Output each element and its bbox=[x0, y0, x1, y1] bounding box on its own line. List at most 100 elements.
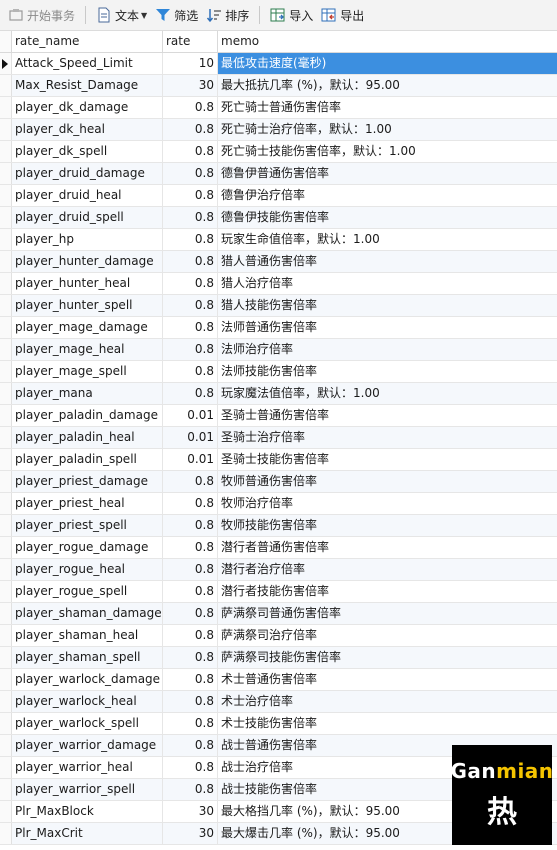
table-row[interactable]: player_paladin_heal 0.01 圣骑士治疗倍率 bbox=[0, 427, 557, 449]
table-row[interactable]: Max_Resist_Damage 30 最大抵抗几率 (%)，默认：95.00 bbox=[0, 75, 557, 97]
cell-memo[interactable]: 牧师治疗倍率 bbox=[218, 493, 557, 514]
cell-memo[interactable]: 德鲁伊技能伤害倍率 bbox=[218, 207, 557, 228]
row-indicator[interactable] bbox=[0, 361, 12, 382]
cell-rate-name[interactable]: player_priest_damage bbox=[12, 471, 163, 492]
row-indicator[interactable] bbox=[0, 493, 12, 514]
table-row[interactable]: player_rogue_spell 0.8 潜行者技能伤害倍率 bbox=[0, 581, 557, 603]
cell-memo[interactable]: 潜行者技能伤害倍率 bbox=[218, 581, 557, 602]
cell-memo[interactable]: 萨满祭司普通伤害倍率 bbox=[218, 603, 557, 624]
cell-memo[interactable]: 萨满祭司技能伤害倍率 bbox=[218, 647, 557, 668]
cell-memo[interactable]: 牧师技能伤害倍率 bbox=[218, 515, 557, 536]
cell-rate-name[interactable]: player_shaman_spell bbox=[12, 647, 163, 668]
row-indicator[interactable] bbox=[0, 801, 12, 822]
cell-memo[interactable]: 圣骑士治疗倍率 bbox=[218, 427, 557, 448]
cell-rate-name[interactable]: player_warrior_damage bbox=[12, 735, 163, 756]
cell-rate[interactable]: 30 bbox=[163, 801, 218, 822]
row-indicator[interactable] bbox=[0, 625, 12, 646]
cell-rate[interactable]: 0.8 bbox=[163, 251, 218, 272]
cell-memo[interactable]: 德鲁伊治疗倍率 bbox=[218, 185, 557, 206]
cell-rate-name[interactable]: player_rogue_heal bbox=[12, 559, 163, 580]
row-indicator[interactable] bbox=[0, 779, 12, 800]
cell-rate-name[interactable]: player_warrior_heal bbox=[12, 757, 163, 778]
cell-rate[interactable]: 0.8 bbox=[163, 97, 218, 118]
cell-rate[interactable]: 0.01 bbox=[163, 427, 218, 448]
cell-rate-name[interactable]: player_hunter_damage bbox=[12, 251, 163, 272]
table-row[interactable]: player_rogue_damage 0.8 潜行者普通伤害倍率 bbox=[0, 537, 557, 559]
table-row[interactable]: player_paladin_damage 0.01 圣骑士普通伤害倍率 bbox=[0, 405, 557, 427]
table-row[interactable]: player_druid_spell 0.8 德鲁伊技能伤害倍率 bbox=[0, 207, 557, 229]
cell-rate[interactable]: 30 bbox=[163, 75, 218, 96]
cell-rate[interactable]: 0.8 bbox=[163, 581, 218, 602]
cell-rate-name[interactable]: player_rogue_damage bbox=[12, 537, 163, 558]
table-row[interactable]: Attack_Speed_Limit 10 最低攻击速度(毫秒) bbox=[0, 53, 557, 75]
cell-rate-name[interactable]: Plr_MaxBlock bbox=[12, 801, 163, 822]
cell-rate-name[interactable]: player_rogue_spell bbox=[12, 581, 163, 602]
cell-memo[interactable]: 萨满祭司治疗倍率 bbox=[218, 625, 557, 646]
cell-memo[interactable]: 死亡骑士治疗倍率，默认：1.00 bbox=[218, 119, 557, 140]
cell-rate-name[interactable]: player_priest_heal bbox=[12, 493, 163, 514]
cell-rate[interactable]: 10 bbox=[163, 53, 218, 74]
table-row[interactable]: player_mage_spell 0.8 法师技能伤害倍率 bbox=[0, 361, 557, 383]
row-indicator[interactable] bbox=[0, 405, 12, 426]
cell-rate-name[interactable]: player_dk_heal bbox=[12, 119, 163, 140]
table-row[interactable]: player_hunter_heal 0.8 猎人治疗倍率 bbox=[0, 273, 557, 295]
cell-memo[interactable]: 术士治疗倍率 bbox=[218, 691, 557, 712]
row-indicator[interactable] bbox=[0, 317, 12, 338]
row-indicator[interactable] bbox=[0, 339, 12, 360]
row-indicator[interactable] bbox=[0, 581, 12, 602]
row-indicator[interactable] bbox=[0, 207, 12, 228]
cell-memo[interactable]: 猎人治疗倍率 bbox=[218, 273, 557, 294]
cell-rate-name[interactable]: player_warlock_spell bbox=[12, 713, 163, 734]
cell-memo[interactable]: 玩家魔法值倍率，默认：1.00 bbox=[218, 383, 557, 404]
table-row[interactable]: player_dk_damage 0.8 死亡骑士普通伤害倍率 bbox=[0, 97, 557, 119]
row-indicator[interactable] bbox=[0, 273, 12, 294]
column-header-rate[interactable]: rate bbox=[163, 31, 218, 52]
table-row[interactable]: player_shaman_spell 0.8 萨满祭司技能伤害倍率 bbox=[0, 647, 557, 669]
cell-memo[interactable]: 潜行者普通伤害倍率 bbox=[218, 537, 557, 558]
text-button[interactable]: 文本 ▼ bbox=[92, 3, 151, 27]
row-indicator[interactable] bbox=[0, 119, 12, 140]
cell-rate[interactable]: 0.8 bbox=[163, 163, 218, 184]
cell-memo[interactable]: 最低攻击速度(毫秒) bbox=[218, 53, 557, 74]
cell-memo[interactable]: 死亡骑士技能伤害倍率，默认：1.00 bbox=[218, 141, 557, 162]
cell-memo[interactable]: 猎人普通伤害倍率 bbox=[218, 251, 557, 272]
cell-rate[interactable]: 0.8 bbox=[163, 229, 218, 250]
row-indicator[interactable] bbox=[0, 229, 12, 250]
cell-memo[interactable]: 法师普通伤害倍率 bbox=[218, 317, 557, 338]
cell-rate-name[interactable]: player_druid_heal bbox=[12, 185, 163, 206]
cell-rate[interactable]: 0.8 bbox=[163, 691, 218, 712]
cell-rate[interactable]: 0.8 bbox=[163, 119, 218, 140]
import-button[interactable]: 导入 bbox=[266, 3, 317, 27]
cell-memo[interactable]: 圣骑士技能伤害倍率 bbox=[218, 449, 557, 470]
table-row[interactable]: player_rogue_heal 0.8 潜行者治疗倍率 bbox=[0, 559, 557, 581]
cell-memo[interactable]: 最大抵抗几率 (%)，默认：95.00 bbox=[218, 75, 557, 96]
row-indicator[interactable] bbox=[0, 75, 12, 96]
cell-memo[interactable]: 圣骑士普通伤害倍率 bbox=[218, 405, 557, 426]
table-row[interactable]: player_priest_damage 0.8 牧师普通伤害倍率 bbox=[0, 471, 557, 493]
cell-memo[interactable]: 法师技能伤害倍率 bbox=[218, 361, 557, 382]
table-row[interactable]: player_mage_heal 0.8 法师治疗倍率 bbox=[0, 339, 557, 361]
cell-rate[interactable]: 0.8 bbox=[163, 383, 218, 404]
cell-rate[interactable]: 0.8 bbox=[163, 669, 218, 690]
cell-rate[interactable]: 30 bbox=[163, 823, 218, 844]
row-indicator[interactable] bbox=[0, 669, 12, 690]
filter-button[interactable]: 筛选 bbox=[151, 3, 202, 27]
cell-rate-name[interactable]: player_warlock_damage bbox=[12, 669, 163, 690]
cell-rate[interactable]: 0.01 bbox=[163, 449, 218, 470]
table-row[interactable]: player_warlock_heal 0.8 术士治疗倍率 bbox=[0, 691, 557, 713]
cell-rate-name[interactable]: player_shaman_heal bbox=[12, 625, 163, 646]
cell-rate-name[interactable]: Max_Resist_Damage bbox=[12, 75, 163, 96]
row-indicator[interactable] bbox=[0, 757, 12, 778]
cell-memo[interactable]: 术士普通伤害倍率 bbox=[218, 669, 557, 690]
export-button[interactable]: 导出 bbox=[317, 3, 368, 27]
row-indicator[interactable] bbox=[0, 735, 12, 756]
row-indicator[interactable] bbox=[0, 141, 12, 162]
cell-rate[interactable]: 0.8 bbox=[163, 757, 218, 778]
table-row[interactable]: player_priest_spell 0.8 牧师技能伤害倍率 bbox=[0, 515, 557, 537]
cell-rate[interactable]: 0.8 bbox=[163, 317, 218, 338]
column-header-rate-name[interactable]: rate_name bbox=[12, 31, 163, 52]
table-row[interactable]: player_dk_heal 0.8 死亡骑士治疗倍率，默认：1.00 bbox=[0, 119, 557, 141]
cell-rate[interactable]: 0.8 bbox=[163, 515, 218, 536]
cell-memo[interactable]: 法师治疗倍率 bbox=[218, 339, 557, 360]
table-row[interactable]: player_paladin_spell 0.01 圣骑士技能伤害倍率 bbox=[0, 449, 557, 471]
